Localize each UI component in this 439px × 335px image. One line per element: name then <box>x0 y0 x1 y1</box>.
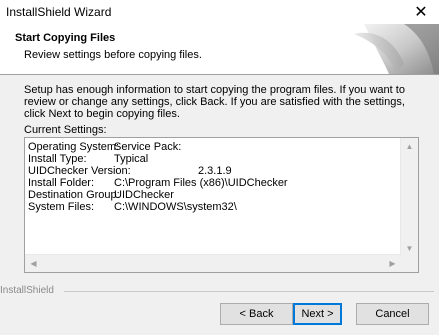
settings-list: Operating System: Service Pack: Install … <box>28 141 399 213</box>
list-item: Install Type: Typical <box>28 153 399 165</box>
setting-key: Install Folder: <box>28 177 95 189</box>
setting-key: System Files: <box>28 201 95 213</box>
setting-key: UIDChecker Version: <box>28 165 131 177</box>
divider <box>64 291 434 292</box>
page-title: Start Copying Files <box>15 32 116 44</box>
title-bar: InstallShield Wizard ✕ <box>0 0 439 24</box>
setting-value: C:\Program Files (x86)\UIDChecker <box>114 177 288 189</box>
scroll-up-arrow-icon[interactable]: ▲ <box>401 138 418 155</box>
setting-key: Operating System: <box>28 141 120 153</box>
settings-listbox[interactable]: Operating System: Service Pack: Install … <box>24 137 419 273</box>
list-item: Destination Group: UIDChecker <box>28 189 399 201</box>
window-title: InstallShield Wizard <box>6 5 112 19</box>
setting-value: Typical <box>114 153 149 165</box>
cancel-button[interactable]: Cancel <box>356 303 429 325</box>
scrollbar-corner <box>401 255 418 272</box>
scroll-right-arrow-icon[interactable]: ▶ <box>384 255 401 272</box>
next-button[interactable]: Next > <box>293 303 342 325</box>
setting-key: Destination Group: <box>28 189 120 201</box>
vertical-scrollbar[interactable]: ▲ ▼ <box>400 138 418 257</box>
setting-value: UIDChecker <box>114 189 174 201</box>
wizard-header: Start Copying Files Review settings befo… <box>0 24 439 75</box>
setting-value: Service Pack: <box>114 141 182 153</box>
list-item: UIDChecker Version: 2.3.1.9 <box>28 165 399 177</box>
scroll-left-arrow-icon[interactable]: ◀ <box>25 255 42 272</box>
list-item: Operating System: Service Pack: <box>28 141 399 153</box>
horizontal-scrollbar[interactable]: ◀ ▶ <box>25 254 401 272</box>
close-icon[interactable]: ✕ <box>403 0 439 24</box>
header-decoration-icon <box>334 24 439 74</box>
intro-text: Setup has enough information to start co… <box>24 84 405 120</box>
current-settings-label: Current Settings: <box>24 124 107 136</box>
setting-value: C:\WINDOWS\system32\ <box>114 201 237 213</box>
setting-value: 2.3.1.9 <box>198 165 232 177</box>
back-button[interactable]: < Back <box>220 303 293 325</box>
list-item: Install Folder: C:\Program Files (x86)\U… <box>28 177 399 189</box>
setting-key: Install Type: <box>28 153 87 165</box>
list-item: System Files: C:\WINDOWS\system32\ <box>28 201 399 213</box>
page-subtitle: Review settings before copying files. <box>24 49 202 61</box>
installshield-brand: InstallShield <box>0 285 54 296</box>
